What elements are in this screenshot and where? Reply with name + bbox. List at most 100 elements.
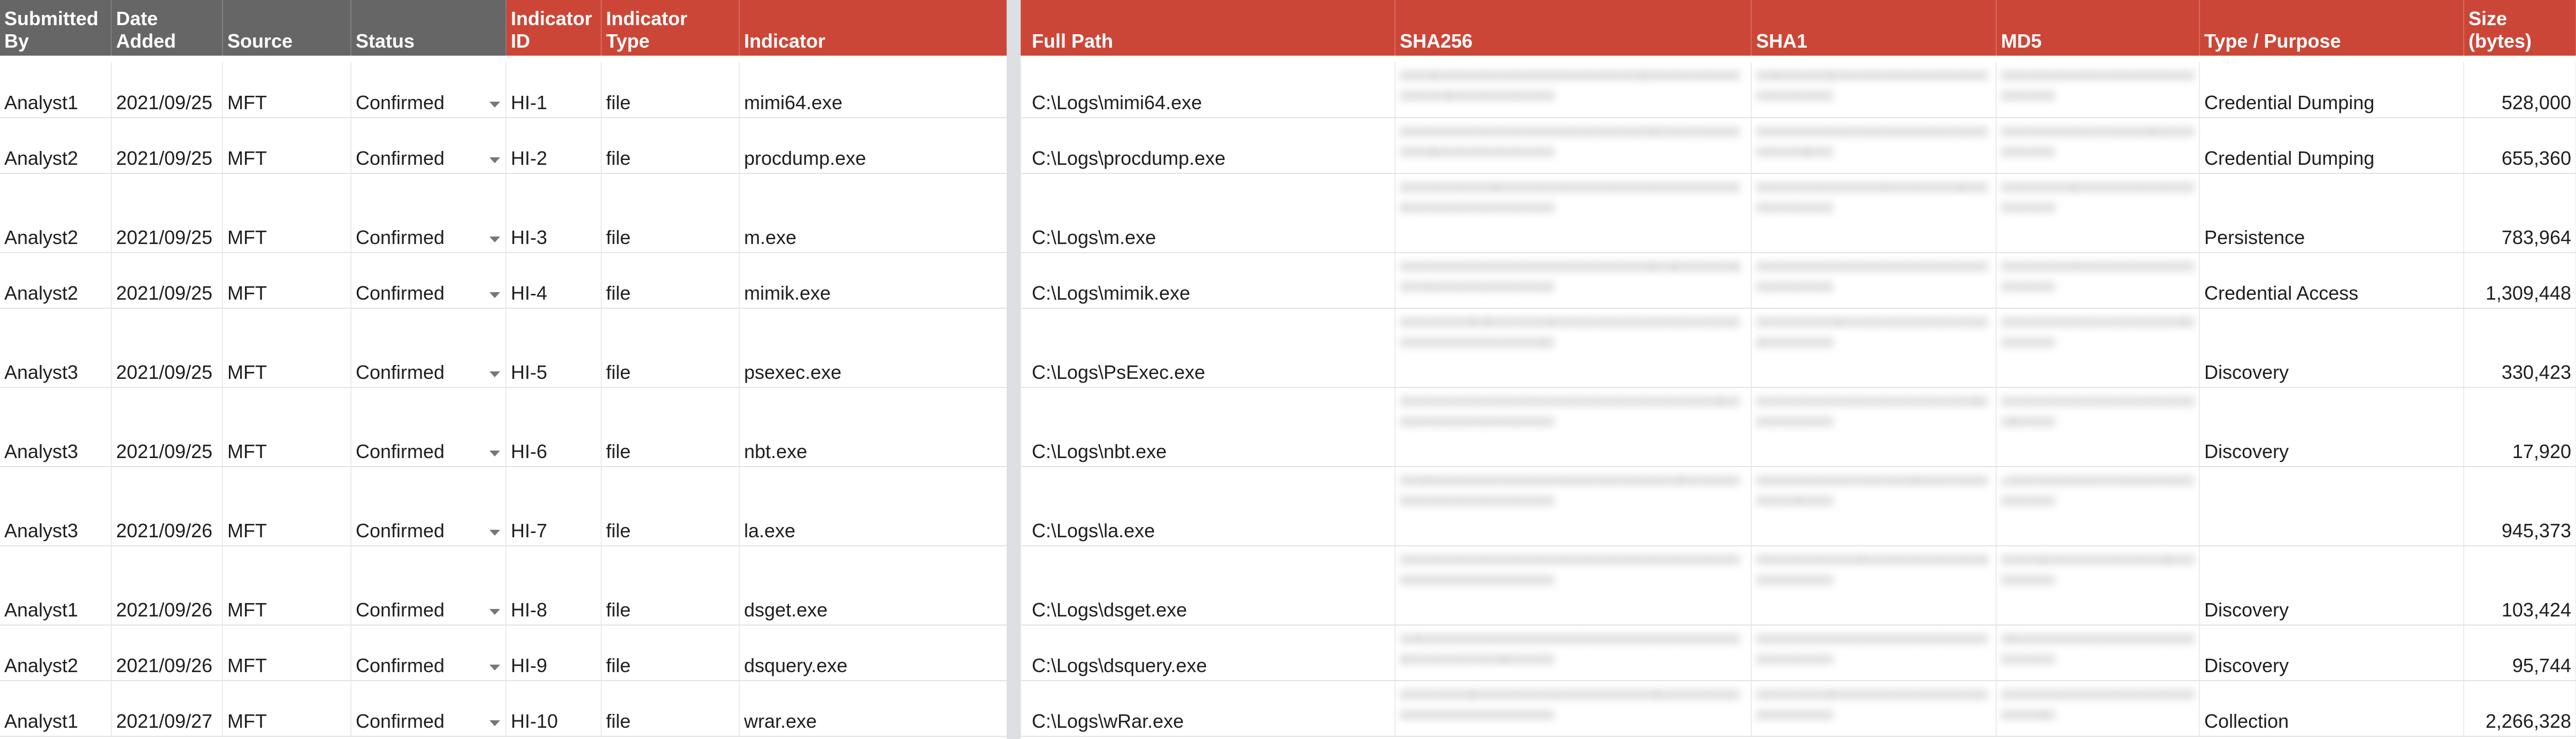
cell-source[interactable]: MFT (223, 308, 351, 388)
caret-down-icon[interactable] (489, 451, 500, 456)
cell-size[interactable]: 17,920 (2464, 387, 2576, 467)
cell-full-path[interactable]: C:\Logs\procdump.exe (1021, 118, 1396, 174)
cell-sha1[interactable]: 0000000000000000000000000000000000000000 (1751, 625, 1997, 681)
cell-indicator[interactable]: m.exe (739, 173, 1021, 253)
cell-type-purpose[interactable]: Discovery (2199, 546, 2464, 626)
cell-submitted-by[interactable]: Analyst1 (0, 681, 112, 737)
cell-full-path[interactable]: C:\Logs\dsquery.exe (1021, 625, 1396, 681)
table-row[interactable]: Analyst1 2021/09/26 MFT Confirmed HI-8 file ds… (0, 546, 2576, 626)
cell-indicator-id[interactable]: HI-6 (506, 387, 602, 467)
cell-indicator[interactable]: la.exe (739, 467, 1021, 546)
cell-full-path[interactable]: C:\Logs\nbt.exe (1021, 387, 1396, 467)
cell-sha256[interactable]: 0008000000000000000000000000000000008000… (1395, 467, 1752, 546)
cell-type-purpose[interactable]: Persistence (2199, 173, 2464, 253)
cell-source[interactable]: MFT (223, 173, 351, 253)
cell-status[interactable]: Confirmed (351, 467, 507, 546)
cell-sha1[interactable]: 0080000008000000000000000000000000000000 (1751, 62, 1997, 118)
cell-sha256[interactable]: 0000800000000000000000000000000800000000… (1395, 62, 1752, 118)
cell-submitted-by[interactable]: Analyst3 (0, 308, 112, 388)
cell-sha1[interactable]: 0000000000000000000000000000000000000000 (1751, 253, 1997, 309)
cell-date-added[interactable]: 2021/09/25 (111, 387, 223, 467)
cell-type-purpose[interactable] (2199, 467, 2464, 546)
cell-size[interactable]: 2,266,328 (2464, 681, 2576, 737)
cell-type-purpose[interactable]: Discovery (2199, 625, 2464, 681)
caret-down-icon[interactable] (489, 157, 500, 163)
cell-md5[interactable]: 00000000000000000000000800000000 (1996, 308, 2200, 388)
cell-type-purpose[interactable]: Discovery (2199, 387, 2464, 467)
cell-indicator-id[interactable]: HI-4 (506, 253, 602, 309)
header-indicator-id[interactable]: Indicator ID (506, 0, 602, 56)
cell-md5[interactable]: 00000000000000000000000000000000 (1996, 62, 2200, 118)
cell-size[interactable]: 1,309,448 (2464, 253, 2576, 309)
header-status[interactable]: Status (351, 0, 507, 56)
cell-source[interactable]: MFT (223, 387, 351, 467)
cell-indicator-id[interactable]: HI-7 (506, 467, 602, 546)
cell-submitted-by[interactable]: Analyst3 (0, 467, 112, 546)
cell-indicator[interactable]: procdump.exe (739, 118, 1021, 174)
cell-indicator-type[interactable]: file (601, 62, 740, 118)
cell-indicator[interactable]: wrar.exe (739, 681, 1021, 737)
cell-size[interactable]: 945,373 (2464, 467, 2576, 546)
cell-indicator-type[interactable]: file (601, 308, 740, 388)
cell-type-purpose[interactable]: Collection (2199, 681, 2464, 737)
cell-sha256[interactable]: 0000000000000000000000000000000000000000… (1395, 546, 1752, 626)
cell-status[interactable]: Confirmed (351, 681, 507, 737)
cell-full-path[interactable]: C:\Logs\m.exe (1021, 173, 1396, 253)
caret-down-icon[interactable] (489, 237, 500, 242)
table-row[interactable]: Analyst3 2021/09/25 MFT Confirmed HI-5 file ps… (0, 308, 2576, 388)
cell-sha1[interactable]: 0000000000000000000000000000800000000000 (1751, 387, 1997, 467)
cell-status[interactable]: Confirmed (351, 308, 507, 388)
cell-status[interactable]: Confirmed (351, 546, 507, 626)
cell-full-path[interactable]: C:\Logs\mimik.exe (1021, 253, 1396, 309)
caret-down-icon[interactable] (489, 665, 500, 671)
caret-down-icon[interactable] (489, 102, 500, 108)
table-row[interactable]: Analyst3 2021/09/26 MFT Confirmed HI-7 file la… (0, 467, 2576, 546)
cell-source[interactable]: MFT (223, 118, 351, 174)
cell-date-added[interactable]: 2021/09/25 (111, 118, 223, 174)
cell-date-added[interactable]: 2021/09/25 (111, 62, 223, 118)
cell-size[interactable]: 103,424 (2464, 546, 2576, 626)
cell-submitted-by[interactable]: Analyst2 (0, 253, 112, 309)
cell-source[interactable]: MFT (223, 467, 351, 546)
header-date-added[interactable]: Date Added (111, 0, 223, 56)
cell-indicator-id[interactable]: HI-1 (506, 62, 602, 118)
cell-status[interactable]: Confirmed (351, 625, 507, 681)
cell-indicator[interactable]: psexec.exe (739, 308, 1021, 388)
cell-date-added[interactable]: 2021/09/25 (111, 173, 223, 253)
cell-indicator-type[interactable]: file (601, 467, 740, 546)
cell-type-purpose[interactable]: Discovery (2199, 308, 2464, 388)
header-submitted-by[interactable]: Submitted By (0, 0, 112, 56)
header-indicator-type[interactable]: Indicator Type (601, 0, 740, 56)
cell-indicator[interactable]: dsget.exe (739, 546, 1021, 626)
cell-sha256[interactable]: 0000000008000000000000000000000008000000… (1395, 681, 1752, 737)
cell-md5[interactable]: 00000000000000000000000000000080 (1996, 681, 2200, 737)
cell-status[interactable]: Confirmed (351, 62, 507, 118)
table-row[interactable]: Analyst2 2021/09/25 MFT Confirmed HI-4 file mi… (0, 253, 2576, 309)
cell-md5[interactable]: c0000000000000000000000000000000 (1996, 467, 2200, 546)
cell-sha256[interactable]: 0000000000008000000000000000000000000000… (1395, 173, 1752, 253)
cell-indicator-type[interactable]: file (601, 253, 740, 309)
header-type-purpose[interactable]: Type / Purpose (2199, 0, 2464, 56)
cell-size[interactable]: 655,360 (2464, 118, 2576, 174)
cell-sha1[interactable]: 0000000008000000000000000000000000000000 (1751, 681, 1997, 737)
cell-source[interactable]: MFT (223, 625, 351, 681)
cell-md5[interactable]: 00000000000000000000000000800000 (1996, 387, 2200, 467)
frozen-column-divider[interactable] (1007, 0, 1021, 739)
cell-full-path[interactable]: C:\Logs\mimi64.exe (1021, 62, 1396, 118)
cell-indicator-type[interactable]: file (601, 625, 740, 681)
cell-date-added[interactable]: 2021/09/25 (111, 308, 223, 388)
cell-status[interactable]: Confirmed (351, 118, 507, 174)
cell-size[interactable]: 783,964 (2464, 173, 2576, 253)
cell-sha1[interactable]: 0000000000000800000000000000080000000000 (1751, 546, 1997, 626)
cell-full-path[interactable]: C:\Logs\la.exe (1021, 467, 1396, 546)
header-sha256[interactable]: SHA256 (1395, 0, 1752, 56)
cell-source[interactable]: MFT (223, 546, 351, 626)
cell-md5[interactable]: 00000000090000000000000000000000 (1996, 253, 2200, 309)
cell-date-added[interactable]: 2021/09/26 (111, 625, 223, 681)
cell-indicator-id[interactable]: HI-2 (506, 118, 602, 174)
cell-indicator-type[interactable]: file (601, 118, 740, 174)
caret-down-icon[interactable] (489, 530, 500, 536)
cell-md5[interactable]: 00000800000000000000080000000000 (1996, 546, 2200, 626)
cell-md5[interactable]: 00000000000000000008000000000000 (1996, 118, 2200, 174)
cell-sha256[interactable]: 0000000000000000000000000000000000000000… (1395, 387, 1752, 467)
